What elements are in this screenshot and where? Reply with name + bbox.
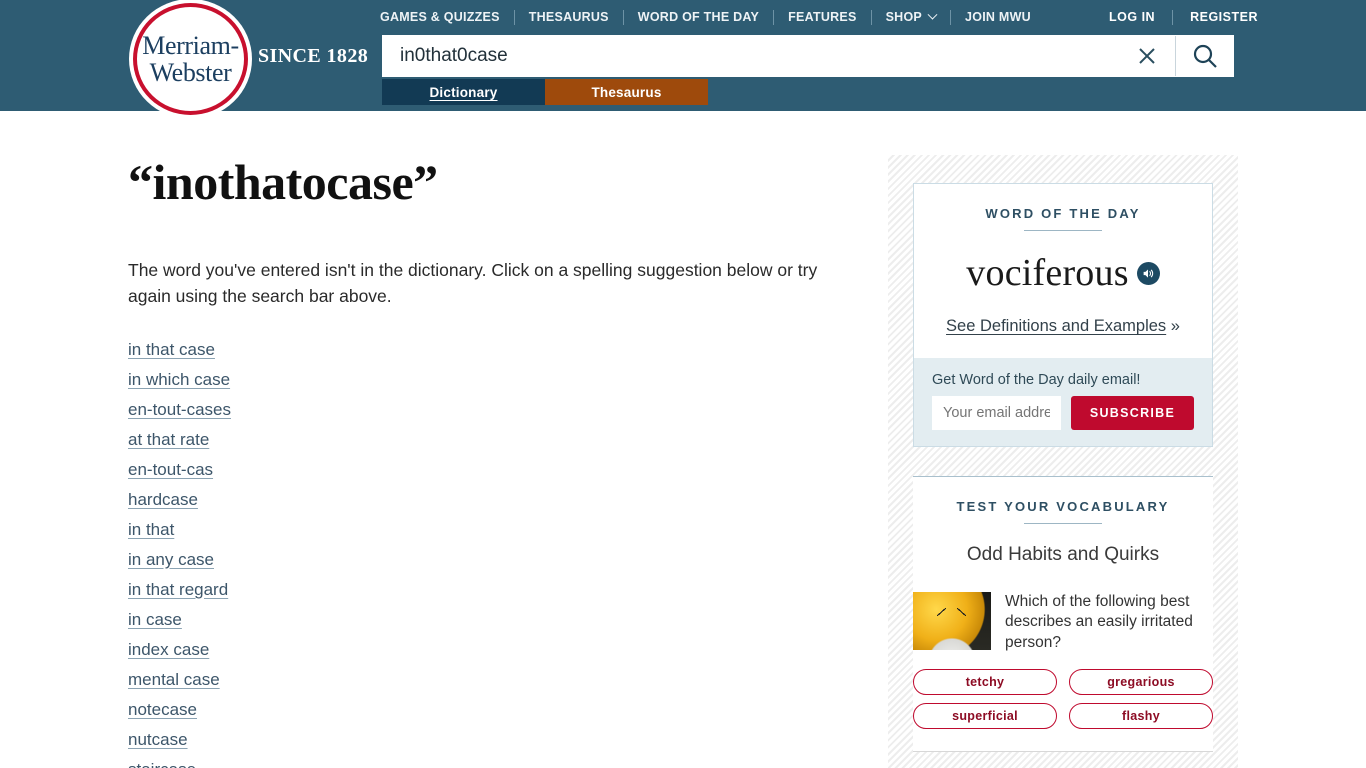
test-your-vocabulary-card: TEST YOUR VOCABULARY Odd Habits and Quir…	[913, 477, 1213, 753]
suggestion-link[interactable]: staircase	[128, 760, 196, 768]
log-in-link[interactable]: LOG IN	[1092, 10, 1172, 24]
suggestion-link[interactable]: nutcase	[128, 730, 188, 749]
tab-dictionary-label: Dictionary	[429, 84, 498, 100]
subscribe-button[interactable]: SUBSCRIBE	[1071, 396, 1194, 430]
clear-search-button[interactable]	[1119, 36, 1175, 76]
test-your-vocabulary-kicker: TEST YOUR VOCABULARY	[956, 499, 1170, 514]
logo-tagline: SINCE 1828	[258, 45, 369, 67]
list-item: hardcase	[128, 490, 868, 510]
tab-thesaurus[interactable]: Thesaurus	[545, 79, 708, 105]
logo-circle: Merriam- Webster	[133, 3, 248, 115]
link-suffix: »	[1170, 317, 1180, 335]
list-item: index case	[128, 640, 868, 660]
logo-line-2: Webster	[149, 57, 232, 87]
register-link[interactable]: REGISTER	[1173, 10, 1258, 24]
suggestion-link[interactable]: notecase	[128, 700, 197, 719]
list-item: in that regard	[128, 580, 868, 600]
suggestion-link[interactable]: at that rate	[128, 430, 209, 449]
speaker-icon[interactable]	[1136, 261, 1160, 285]
see-definitions-link[interactable]: See Definitions and Examples	[946, 317, 1166, 335]
suggestion-link[interactable]: in that case	[128, 340, 215, 359]
list-item: in that	[128, 520, 868, 540]
search-bar	[382, 35, 1234, 77]
divider	[1024, 230, 1102, 231]
list-item: staircase	[128, 760, 868, 768]
word-of-the-day-card: WORD OF THE DAY vociferous See Definitio…	[913, 183, 1213, 447]
suggestion-link[interactable]: in any case	[128, 550, 214, 569]
word-of-the-day-word[interactable]: vociferous	[966, 251, 1128, 295]
list-item: mental case	[128, 670, 868, 690]
word-of-the-day-word-row: vociferous	[934, 251, 1192, 295]
tab-thesaurus-label: Thesaurus	[591, 84, 662, 100]
nav-label: WORD OF THE DAY	[637, 10, 760, 24]
spelling-suggestions-list: in that case in which case en-tout-cases…	[128, 340, 868, 768]
suggestion-link[interactable]: en-tout-cases	[128, 400, 231, 419]
list-item: en-tout-cas	[128, 460, 868, 480]
wotd-email-signup: Get Word of the Day daily email! SUBSCRI…	[914, 358, 1212, 446]
speaker-glyph	[1143, 268, 1153, 278]
nav-item-thesaurus[interactable]: THESAURUS	[515, 10, 623, 24]
quiz-option-superficial[interactable]: superficial	[913, 703, 1057, 730]
nav-label: FEATURES	[788, 10, 857, 24]
nav-item-word-of-the-day[interactable]: WORD OF THE DAY	[624, 10, 773, 24]
page-body: “inothatocase” The word you've entered i…	[0, 111, 1366, 768]
suggestion-link[interactable]: hardcase	[128, 490, 198, 509]
account-nav: LOG IN REGISTER	[1092, 9, 1258, 25]
nav-item-features[interactable]: FEATURES	[774, 10, 870, 24]
search-scope-tabs: Dictionary Thesaurus	[382, 79, 708, 105]
list-item: in which case	[128, 370, 868, 390]
email-field[interactable]	[932, 396, 1061, 430]
close-icon	[1139, 48, 1155, 64]
logo-line-1: Merriam-	[142, 30, 239, 60]
list-item: in case	[128, 610, 868, 630]
search-icon	[1193, 44, 1217, 68]
list-item: in any case	[128, 550, 868, 570]
nav-item-shop[interactable]: SHOP	[872, 9, 950, 24]
nav-label: GAMES & QUIZZES	[380, 10, 500, 24]
main-column: “inothatocase” The word you've entered i…	[128, 155, 868, 768]
angry-face-ball-image[interactable]	[913, 592, 991, 650]
suggestion-link[interactable]: en-tout-cas	[128, 460, 213, 479]
tab-dictionary[interactable]: Dictionary	[382, 79, 545, 105]
search-submit-button[interactable]	[1175, 36, 1233, 76]
list-item: notecase	[128, 700, 868, 720]
see-definitions-row: See Definitions and Examples »	[934, 317, 1192, 358]
nav-item-join-mwu[interactable]: JOIN MWU	[951, 10, 1045, 24]
chevron-down-icon	[927, 9, 938, 20]
sidebar: WORD OF THE DAY vociferous See Definitio…	[888, 155, 1238, 768]
not-found-message: The word you've entered isn't in the dic…	[128, 260, 818, 306]
nav-label: SHOP	[885, 10, 923, 24]
quiz-options: tetchy gregarious superficial flashy	[913, 669, 1213, 730]
quiz-option-gregarious[interactable]: gregarious	[1069, 669, 1213, 696]
word-of-the-day-kicker: WORD OF THE DAY	[985, 206, 1141, 221]
suggestion-link[interactable]: mental case	[128, 670, 220, 689]
nav-label: JOIN MWU	[965, 10, 1031, 24]
signup-label: Get Word of the Day daily email!	[932, 372, 1141, 388]
list-item: at that rate	[128, 430, 868, 450]
list-item: en-tout-cases	[128, 400, 868, 420]
suggestion-link[interactable]: index case	[128, 640, 209, 659]
suggestion-link[interactable]: in which case	[128, 370, 230, 389]
page-title: “inothatocase”	[128, 154, 438, 210]
site-header: Merriam- Webster SINCE 1828 GAMES & QUIZ…	[0, 0, 1366, 115]
suggestion-link[interactable]: in that regard	[128, 580, 228, 599]
quiz-question: Which of the following best describes an…	[1005, 593, 1193, 651]
suggestion-link[interactable]: in that	[128, 520, 174, 539]
search-input[interactable]	[383, 36, 1119, 76]
primary-nav: GAMES & QUIZZES THESAURUS WORD OF THE DA…	[380, 9, 1045, 25]
nav-label: THESAURUS	[528, 10, 609, 24]
site-logo[interactable]: Merriam- Webster	[133, 3, 248, 115]
quiz-title[interactable]: Odd Habits and Quirks	[913, 544, 1213, 566]
divider	[913, 751, 1213, 753]
nav-item-games-quizzes[interactable]: GAMES & QUIZZES	[380, 10, 514, 24]
list-item: nutcase	[128, 730, 868, 750]
suggestion-link[interactable]: in case	[128, 610, 182, 629]
quiz-option-flashy[interactable]: flashy	[1069, 703, 1213, 730]
divider	[1024, 523, 1102, 524]
quiz-option-tetchy[interactable]: tetchy	[913, 669, 1057, 696]
list-item: in that case	[128, 340, 868, 360]
